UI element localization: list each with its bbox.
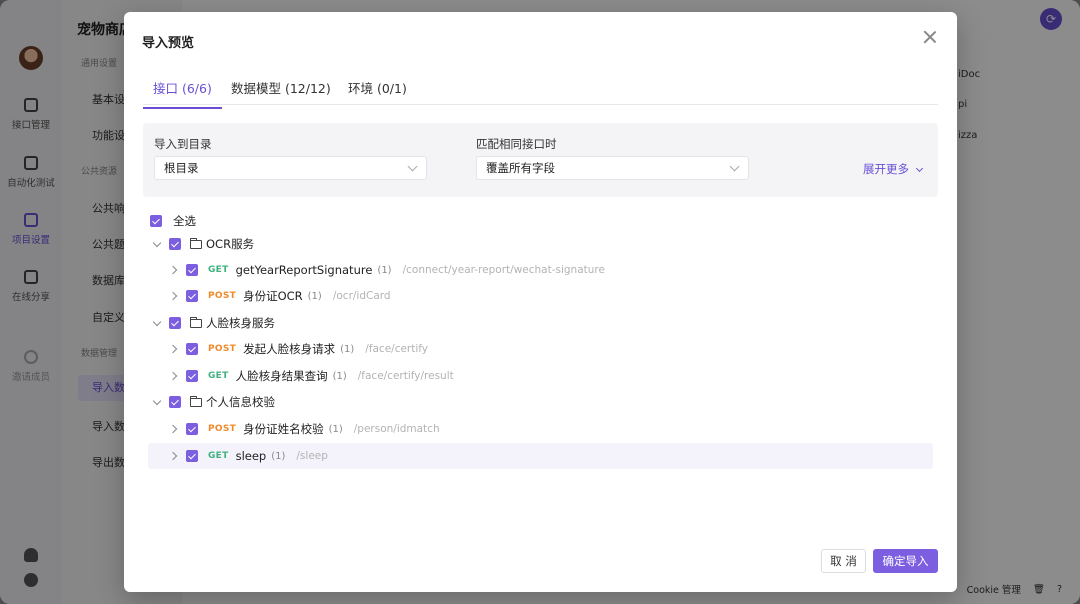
expand-more-label: 展开更多 [863,162,909,176]
endpoint-path: /face/certify [365,343,428,355]
endpoint-checkbox[interactable] [186,264,198,276]
http-method-badge: GET [208,265,229,275]
select-all-checkbox[interactable] [150,215,162,227]
tree-endpoint-row[interactable]: GET getYearReportSignature (1) /connect/… [170,257,955,283]
tree-group-row[interactable]: OCR服务 [153,231,938,257]
import-preview-dialog: 导入预览 接口 (6/6) 数据模型 (12/12) 环境 (0/1) 导入到目… [124,12,957,592]
import-to-label: 导入到目录 [154,137,212,151]
tree-endpoint-row[interactable]: GET 人脸核身结果查询 (1) /face/certify/result [170,363,955,389]
endpoint-name: 身份证OCR [243,289,303,303]
group-name: OCR服务 [206,237,255,251]
http-method-badge: GET [208,371,229,381]
endpoint-name: 人脸核身结果查询 [235,369,328,383]
chevron-right-icon[interactable] [170,265,180,275]
endpoint-checkbox[interactable] [186,343,198,355]
match-rule-select[interactable]: 覆盖所有字段 [476,156,749,180]
endpoint-count: (1) [377,264,392,276]
select-value: 覆盖所有字段 [486,161,555,175]
chevron-right-icon[interactable] [170,424,180,434]
group-name: 个人信息校验 [206,395,275,409]
http-method-badge: POST [208,291,237,301]
tree-group-row[interactable]: 人脸核身服务 [153,310,938,336]
tree-endpoint-row[interactable]: POST 发起人脸核身请求 (1) /face/certify [170,336,955,362]
chevron-down-icon[interactable] [153,397,163,407]
tab-bar: 接口 (6/6) 数据模型 (12/12) 环境 (0/1) [143,73,938,109]
folder-icon [190,316,202,328]
endpoint-count: (1) [340,343,355,355]
endpoint-path: /connect/year-report/wechat-signature [402,264,605,276]
endpoint-checkbox[interactable] [186,370,198,382]
http-method-badge: GET [208,451,229,461]
import-options-panel: 导入到目录 根目录 匹配相同接口时 覆盖所有字段 展开更多 [143,123,938,197]
match-rule-label: 匹配相同接口时 [476,137,557,151]
import-to-select[interactable]: 根目录 [154,156,427,180]
chevron-right-icon[interactable] [170,344,180,354]
confirm-import-button[interactable]: 确定导入 [873,549,938,573]
group-checkbox[interactable] [169,396,181,408]
select-value: 根目录 [164,161,199,175]
endpoint-path: /sleep [296,450,328,462]
endpoint-path: /person/idmatch [353,423,440,435]
cancel-button[interactable]: 取 消 [821,549,866,573]
endpoint-count: (1) [328,423,343,435]
chevron-down-icon [407,161,418,172]
group-checkbox[interactable] [169,238,181,250]
endpoint-name: getYearReportSignature [235,263,373,277]
folder-icon [190,237,202,249]
endpoint-count: (1) [307,290,322,302]
endpoint-name: 发起人脸核身请求 [243,342,336,356]
expand-more-link[interactable]: 展开更多 [863,161,924,177]
endpoint-checkbox[interactable] [186,290,198,302]
tab-data-models[interactable]: 数据模型 (12/12) [231,78,331,106]
endpoint-name: sleep [235,449,267,463]
tab-endpoints[interactable]: 接口 (6/6) [143,78,222,109]
chevron-right-icon[interactable] [170,371,180,381]
select-all-label: 全选 [173,214,196,228]
chevron-right-icon[interactable] [170,451,180,461]
endpoint-name: 身份证姓名校验 [243,422,324,436]
endpoint-count: (1) [271,450,286,462]
dialog-title: 导入预览 [142,36,195,51]
endpoint-path: /face/certify/result [357,370,454,382]
folder-icon [190,395,202,407]
close-icon[interactable] [923,30,937,44]
chevron-down-icon[interactable] [153,239,163,249]
endpoint-checkbox[interactable] [186,450,198,462]
chevron-right-icon[interactable] [170,291,180,301]
tree-endpoint-row[interactable]: POST 身份证姓名校验 (1) /person/idmatch [170,416,955,442]
tree-group-row[interactable]: 个人信息校验 [153,389,938,415]
chevron-down-icon [915,164,924,173]
endpoint-count: (1) [332,370,347,382]
tree-endpoint-row[interactable]: POST 身份证OCR (1) /ocr/idCard [170,283,955,309]
http-method-badge: POST [208,344,237,354]
http-method-badge: POST [208,424,237,434]
chevron-down-icon [729,161,740,172]
group-name: 人脸核身服务 [206,316,275,330]
endpoint-path: /ocr/idCard [332,290,391,302]
tab-environments[interactable]: 环境 (0/1) [348,78,407,106]
tree-endpoint-row[interactable]: GET sleep (1) /sleep [148,443,933,469]
chevron-down-icon[interactable] [153,318,163,328]
endpoint-checkbox[interactable] [186,423,198,435]
group-checkbox[interactable] [169,317,181,329]
